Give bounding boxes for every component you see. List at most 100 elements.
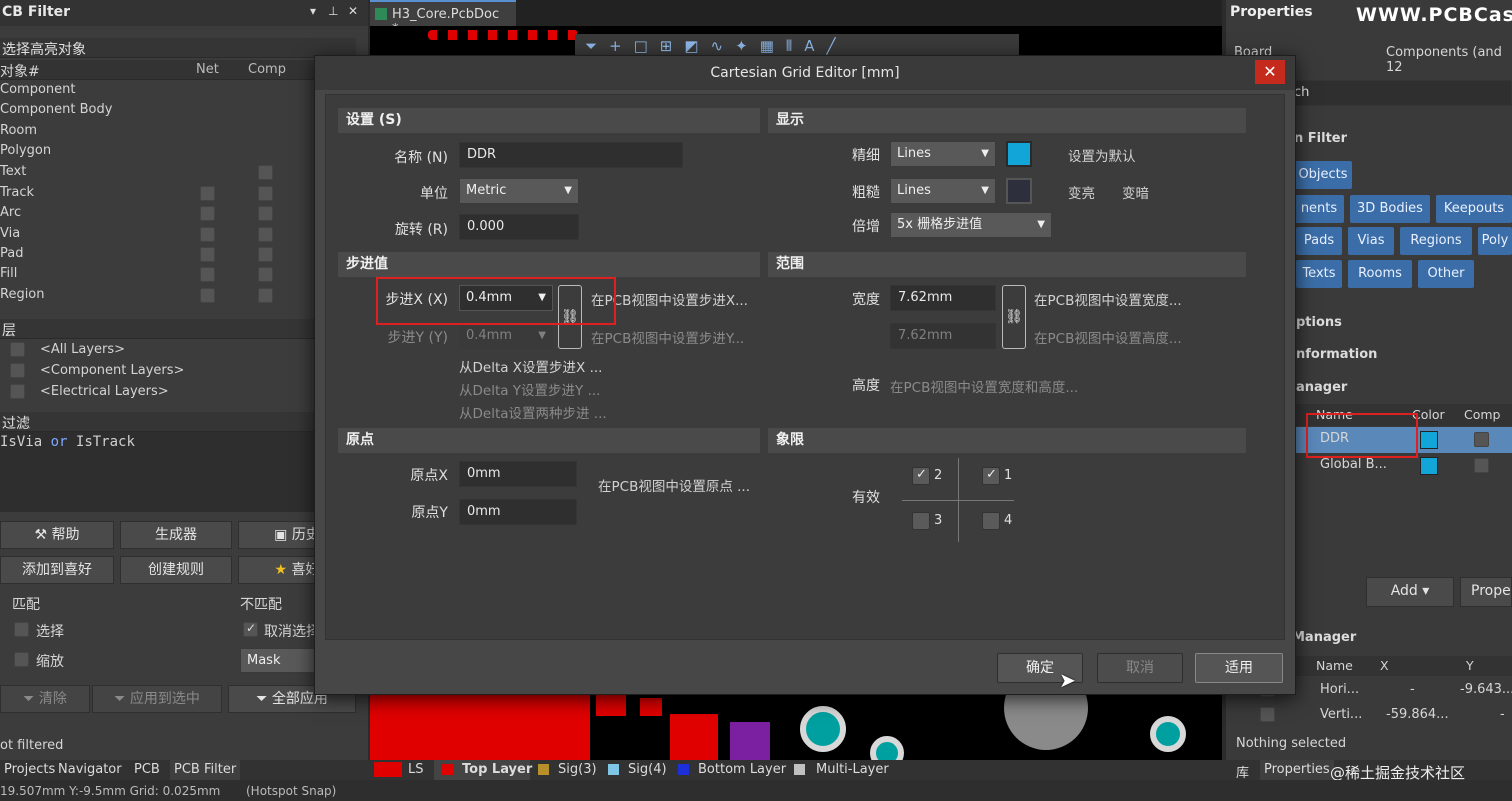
grid-comp-checkbox[interactable] [1474,432,1489,447]
grid-color-swatch[interactable] [1420,431,1438,449]
regions-filter-button[interactable]: Regions [1400,227,1472,255]
text-icon[interactable]: A [804,37,826,55]
comp-checkbox[interactable] [258,247,273,262]
tab-top-layer-label[interactable]: Top Layer [458,760,536,780]
grid-comp-checkbox[interactable] [1474,458,1489,473]
object-row-fill[interactable]: Fill [0,266,356,286]
fine-color-swatch[interactable] [1006,141,1032,167]
other-filter-button[interactable]: Other [1418,260,1474,288]
grid-color-swatch[interactable] [1420,457,1438,475]
cancel-button[interactable]: 取消 [1097,653,1183,683]
comp-checkbox[interactable] [258,288,273,303]
close-icon[interactable]: ✕ [348,4,358,18]
information-header[interactable]: nformation [1296,347,1377,362]
keepouts-filter-button[interactable]: Keepouts [1436,195,1512,223]
polygons-filter-button[interactable]: Poly [1478,227,1512,255]
tab-projects[interactable]: Projects [0,760,59,780]
guide-row[interactable]: Verti... -59.864... - [1260,703,1512,727]
apply-button[interactable]: 适用 [1195,653,1283,683]
comp-checkbox[interactable] [258,206,273,221]
net-checkbox[interactable] [200,227,215,242]
components-filter-button[interactable]: nents [1294,195,1344,223]
coarse-style-select[interactable]: Lines ▼ [890,178,996,204]
align-icon[interactable]: ⊞ [660,37,685,55]
options-header[interactable]: ptions [1296,315,1342,330]
line-icon[interactable]: ╱ [826,37,847,55]
coarse-color-swatch[interactable] [1006,178,1032,204]
zoom-checkbox[interactable] [14,652,29,667]
lighten-link[interactable]: 变亮 [1068,182,1095,202]
guide-row[interactable]: Hori... - -9.643... [1260,678,1512,702]
step-from-delta-x-link[interactable]: 从Delta X设置步进X ... [459,356,602,376]
comp-checkbox[interactable] [258,165,273,180]
object-row-region[interactable]: Region [0,287,356,307]
deselect-checkbox[interactable] [243,621,258,637]
quadrant-4-checkbox[interactable] [982,512,1000,530]
object-row-via[interactable]: Via [0,226,356,246]
rotation-field[interactable]: 0.000 [459,214,579,240]
texts-filter-button[interactable]: Texts [1296,260,1342,288]
tab-properties[interactable]: Properties [1260,760,1334,780]
selection-filter-header[interactable]: n Filter [1294,131,1347,146]
link-range-icon[interactable]: ⛓ [1002,285,1026,349]
polygon-icon[interactable]: ▦ [760,37,786,55]
object-row-component-body[interactable]: Component Body [0,102,356,122]
document-tab[interactable]: H3_Core.PcbDoc * [370,0,516,37]
layer-set-swatch[interactable] [374,762,402,777]
object-row-arc[interactable]: Arc [0,205,356,225]
quadrant-2-checkbox[interactable] [912,467,930,485]
clear-button[interactable]: ⏷ 清除 [0,685,90,713]
unit-select[interactable]: Metric ▼ [459,178,579,204]
objects-section-header[interactable]: 选择高亮对象 [0,38,356,58]
tab-pcb-filter[interactable]: PCB Filter [170,760,241,780]
select-icon[interactable]: □ [634,37,660,55]
rooms-filter-button[interactable]: Rooms [1348,260,1412,288]
tab-multi-layer[interactable]: Multi-Layer [812,760,893,780]
mask-select[interactable]: Mask [240,648,316,673]
layer-row[interactable]: <Component Layers> [0,362,356,382]
dimension-icon[interactable]: ⫴ [786,37,804,55]
height-field[interactable]: 7.62mm [890,323,996,349]
object-row-pad[interactable]: Pad [0,246,356,266]
object-row-component[interactable]: Component [0,82,356,102]
tab-pcb[interactable]: PCB [130,760,164,780]
layer-checkbox[interactable] [10,342,25,357]
place-icon[interactable]: ◩ [684,37,710,55]
layer-row[interactable]: <Electrical Layers> [0,383,356,403]
apply-selected-button[interactable]: ⏷ 应用到选中 [92,685,222,713]
layers-section-header[interactable]: 层 [0,319,356,339]
select-checkbox[interactable] [14,622,29,637]
comp-checkbox[interactable] [258,267,273,282]
filter-section-header[interactable]: 过滤 [0,412,356,432]
quadrant-3-checkbox[interactable] [912,512,930,530]
set-default-link[interactable]: 设置为默认 [1068,145,1136,165]
route-icon[interactable]: + [609,37,634,55]
tab-sig4[interactable]: Sig(4) [624,760,671,780]
origin-x-field[interactable]: 0mm [459,461,577,487]
builder-button[interactable]: 生成器 [120,521,232,549]
object-row-polygon[interactable]: Polygon [0,143,356,163]
grid-manager-header[interactable]: anager [1296,380,1347,395]
multiplier-select[interactable]: 5x 栅格步进值 ▼ [890,212,1052,238]
comp-checkbox[interactable] [258,186,273,201]
pads-filter-button[interactable]: Pads [1296,227,1342,255]
set-height-link[interactable]: 在PCB视图中设置高度... [1034,327,1182,347]
tab-bottom-layer[interactable]: Bottom Layer [694,760,790,780]
panel-menu-icon[interactable]: ▾ [310,4,316,18]
add-favorite-button[interactable]: 添加到喜好 [0,556,114,584]
create-rule-button[interactable]: 创建规则 [120,556,232,584]
width-field[interactable]: 7.62mm [890,285,996,311]
net-checkbox[interactable] [200,186,215,201]
guide-manager-header[interactable]: Manager [1292,630,1356,645]
grid-properties-button[interactable]: Prope [1460,577,1512,607]
layer-checkbox[interactable] [10,363,25,378]
net-checkbox[interactable] [200,267,215,282]
filter-icon[interactable]: ⏷ [585,37,609,55]
set-step-y-link[interactable]: 在PCB视图中设置步进Y... [591,327,744,347]
name-field[interactable]: DDR [459,142,683,168]
comp-checkbox[interactable] [258,227,273,242]
tab-sig3[interactable]: Sig(3) [554,760,601,780]
fine-style-select[interactable]: Lines ▼ [890,141,996,167]
pin-icon[interactable]: ⊥ [328,4,338,18]
objects-filter-button[interactable]: Objects [1294,161,1352,189]
